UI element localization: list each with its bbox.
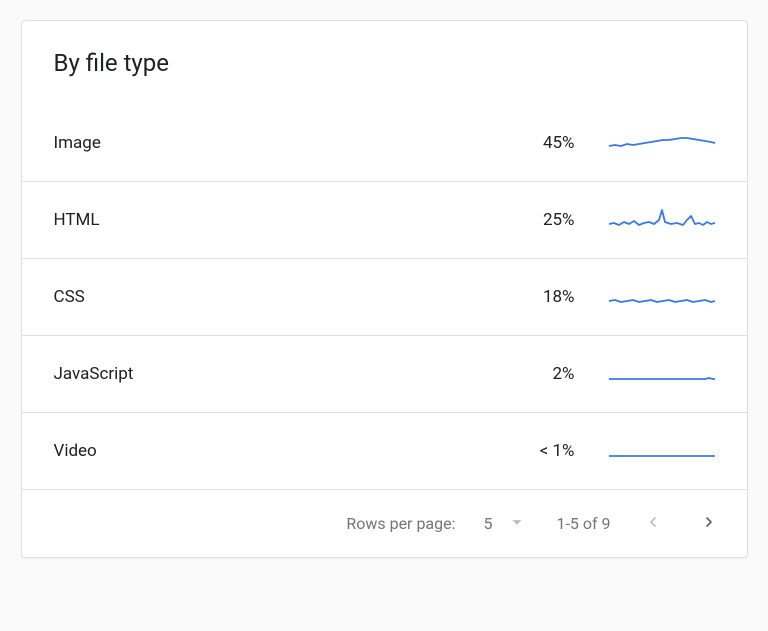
file-type-card: By file type Image 45% HTML 25% CSS 18% bbox=[21, 20, 748, 558]
table-row[interactable]: CSS 18% bbox=[22, 259, 747, 336]
row-value: 18% bbox=[485, 287, 575, 307]
card-header: By file type bbox=[22, 21, 747, 99]
pagination-range: 1-5 of 9 bbox=[556, 514, 610, 533]
sparkline-icon bbox=[609, 283, 715, 311]
sparkline-icon bbox=[609, 129, 715, 157]
sparkline-icon bbox=[609, 360, 715, 388]
rows-per-page-select[interactable]: 5 bbox=[483, 511, 528, 537]
row-label: HTML bbox=[54, 210, 485, 230]
rows-per-page-value: 5 bbox=[483, 514, 492, 533]
row-label: JavaScript bbox=[54, 364, 485, 384]
sparkline-cell bbox=[575, 283, 715, 311]
table-row[interactable]: Video < 1% bbox=[22, 413, 747, 490]
pagination-footer: Rows per page: 5 1-5 of 9 bbox=[22, 490, 747, 557]
sparkline-icon bbox=[609, 206, 715, 234]
sparkline-cell bbox=[575, 206, 715, 234]
row-label: Video bbox=[54, 441, 485, 461]
sparkline-cell bbox=[575, 437, 715, 465]
rows-per-page-label: Rows per page: bbox=[346, 514, 455, 533]
row-value: 2% bbox=[485, 364, 575, 384]
table-row[interactable]: HTML 25% bbox=[22, 182, 747, 259]
table-row[interactable]: JavaScript 2% bbox=[22, 336, 747, 413]
card-title: By file type bbox=[54, 49, 715, 77]
sparkline-cell bbox=[575, 360, 715, 388]
sparkline-cell bbox=[575, 129, 715, 157]
data-rows: Image 45% HTML 25% CSS 18% bbox=[22, 99, 747, 490]
row-value: < 1% bbox=[485, 441, 575, 461]
prev-page-button[interactable] bbox=[639, 508, 667, 539]
row-label: Image bbox=[54, 133, 485, 153]
sparkline-icon bbox=[609, 437, 715, 465]
next-page-button[interactable] bbox=[695, 508, 723, 539]
chevron-left-icon bbox=[645, 514, 661, 533]
row-label: CSS bbox=[54, 287, 485, 307]
row-value: 45% bbox=[485, 133, 575, 153]
row-value: 25% bbox=[485, 210, 575, 230]
table-row[interactable]: Image 45% bbox=[22, 109, 747, 182]
dropdown-icon bbox=[506, 511, 528, 537]
chevron-right-icon bbox=[701, 514, 717, 533]
